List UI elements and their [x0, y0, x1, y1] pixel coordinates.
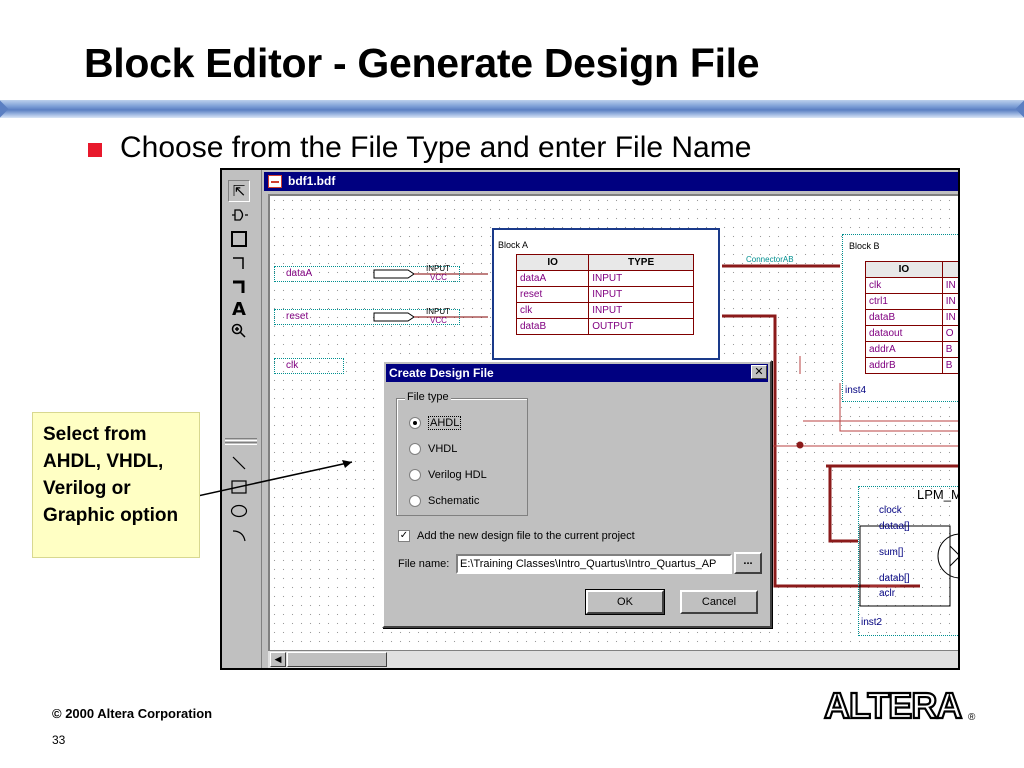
block-b[interactable]: Block B IO clk IN ctrl1 IN dataB IN dataout…: [842, 234, 958, 402]
svg-text:ALTERA: ALTERA: [824, 685, 962, 726]
lpm-port: sum[]: [879, 547, 904, 558]
lpm-block[interactable]: LPM_M clock dataa[] sum[] datab[] aclr i…: [858, 486, 960, 636]
file-name-label: File name:: [398, 558, 450, 570]
line-icon[interactable]: [228, 452, 250, 474]
toolbar-separator: [225, 438, 257, 441]
pin-type: INPUT: [426, 264, 450, 273]
create-design-file-dialog: Create Design File ✕ File type AHDL VHDL…: [382, 360, 772, 628]
text-icon[interactable]: A: [228, 298, 250, 320]
radio-verilog[interactable]: Verilog HDL: [409, 467, 487, 483]
quartus-screenshot: ⇱ A bdf1.bdf dataA INPUT VCC reset INPUT…: [220, 168, 960, 670]
bdf-window: bdf1.bdf dataA INPUT VCC reset INPUT VCC…: [262, 170, 960, 668]
checkmark-icon: ✓: [398, 530, 410, 542]
bdf-window-title[interactable]: bdf1.bdf: [264, 172, 958, 191]
add-to-project-checkbox[interactable]: ✓ Add the new design file to the current…: [398, 530, 635, 542]
pin-name: clk: [286, 360, 299, 371]
pointer-icon[interactable]: ⇱: [228, 180, 250, 202]
table-row: clk IN: [865, 277, 958, 294]
radio-label: AHDL: [428, 416, 462, 430]
horizontal-scrollbar[interactable]: ◀: [268, 650, 958, 668]
bullet-text: Choose from the File Type and enter File…: [120, 131, 752, 164]
block-a-col: IO: [515, 254, 590, 271]
ellipse-icon[interactable]: [228, 500, 250, 522]
table-row: dataout O: [865, 325, 958, 342]
table-row: ctrl1 IN: [865, 293, 958, 310]
table-row: reset INPUT: [515, 286, 694, 303]
file-type-group: File type AHDL VHDL Verilog HDL Schemati…: [396, 391, 528, 516]
pin-name: dataA: [286, 268, 313, 279]
lpm-port: datab[]: [879, 573, 910, 584]
radio-label: Verilog HDL: [428, 469, 487, 481]
lpm-instance: inst2: [861, 617, 883, 628]
bdf-window-title-text: bdf1.bdf: [288, 174, 336, 188]
table-row: addrA B: [865, 341, 958, 358]
copyright-text: © 2000 Altera Corporation: [52, 706, 213, 721]
cancel-button[interactable]: Cancel: [680, 590, 758, 614]
lpm-port: aclr: [879, 588, 896, 599]
lpm-port: clock: [879, 505, 902, 516]
table-row: addrB B: [865, 357, 958, 374]
table-row: dataA INPUT: [515, 270, 694, 287]
orthogonal-bus-icon[interactable]: [228, 276, 250, 298]
table-row: dataB IN: [865, 309, 958, 326]
block-editor-toolbar: ⇱ A: [222, 170, 262, 668]
block-b-instance: inst4: [845, 385, 867, 396]
radio-label: VHDL: [428, 443, 458, 455]
radio-icon: [409, 443, 421, 455]
radio-vhdl[interactable]: VHDL: [409, 441, 457, 457]
block-b-col: IO: [865, 261, 943, 278]
callout-box: Select from AHDL, VHDL, Verilog or Graph…: [32, 412, 200, 558]
scroll-thumb[interactable]: [287, 652, 387, 667]
radio-schematic[interactable]: Schematic: [409, 493, 479, 509]
symbol-icon[interactable]: [228, 204, 250, 226]
title-rule: [0, 100, 1024, 118]
block-b-table: IO clk IN ctrl1 IN dataB IN dataout O addrA B…: [865, 261, 958, 374]
rectangle-icon[interactable]: [228, 476, 250, 498]
file-type-label: File type: [405, 391, 451, 403]
file-name-input[interactable]: E:\Training Classes\Intro_Quartus\Intro_…: [456, 554, 732, 574]
block-b-label: Block B: [847, 241, 882, 251]
zoom-icon[interactable]: [228, 320, 250, 342]
dialog-title: Create Design File: [386, 364, 768, 382]
block-a[interactable]: Block A IO TYPE dataA INPUT reset INPUT clk…: [492, 228, 720, 360]
slide-title: Block Editor - Generate Design File: [84, 40, 760, 86]
bdf-file-icon: [268, 175, 282, 188]
pin-type: INPUT: [426, 307, 450, 316]
radio-selected-icon: [409, 417, 421, 429]
table-row: clk INPUT: [515, 302, 694, 319]
radio-label: Schematic: [428, 495, 480, 507]
lpm-label: LPM_M: [917, 487, 960, 502]
arc-icon[interactable]: [228, 524, 250, 546]
table-row: dataB OUTPUT: [515, 318, 694, 335]
page-number: 33: [52, 733, 66, 747]
block-a-label: Block A: [496, 240, 531, 250]
block-a-table: IO TYPE dataA INPUT reset INPUT clk INPUT da…: [515, 254, 694, 335]
pin-name: reset: [286, 311, 309, 322]
block-a-col: TYPE: [588, 254, 694, 271]
browse-button[interactable]: ...: [734, 552, 762, 574]
radio-ahdl[interactable]: AHDL: [409, 415, 462, 431]
pin-default: VCC: [430, 316, 447, 325]
scroll-left-icon[interactable]: ◀: [270, 652, 286, 667]
lpm-port: dataa[]: [879, 521, 910, 532]
bullet-square: [88, 143, 102, 157]
svg-text:®: ®: [968, 712, 976, 723]
schematic-canvas[interactable]: dataA INPUT VCC reset INPUT VCC clk Bloc…: [268, 194, 960, 650]
block-icon[interactable]: [228, 228, 250, 250]
add-to-project-label: Add the new design file to the current p…: [417, 530, 635, 542]
pin-default: VCC: [430, 273, 447, 282]
toolbar-separator: [225, 442, 257, 445]
radio-icon: [409, 469, 421, 481]
pin-clk[interactable]: [274, 358, 344, 374]
close-icon[interactable]: ✕: [751, 365, 767, 379]
connector-label: ConnectorAB: [746, 255, 794, 264]
altera-logo: ALTERA ®: [822, 684, 982, 733]
radio-icon: [409, 495, 421, 507]
ok-button[interactable]: OK: [586, 590, 664, 614]
orthogonal-node-icon[interactable]: [228, 252, 250, 274]
